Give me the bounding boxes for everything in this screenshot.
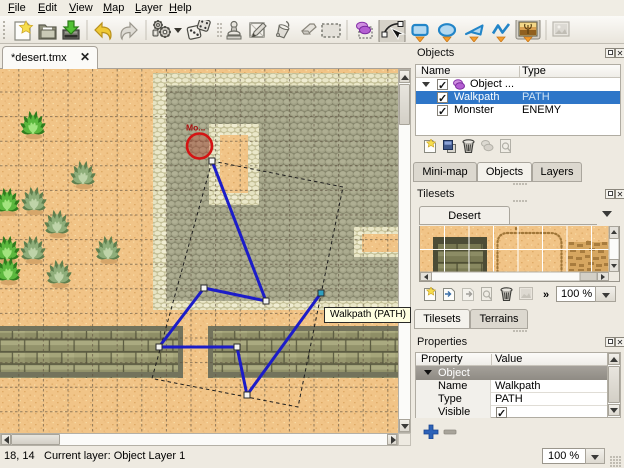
svg-text:Mo...: Mo... [186, 123, 205, 133]
